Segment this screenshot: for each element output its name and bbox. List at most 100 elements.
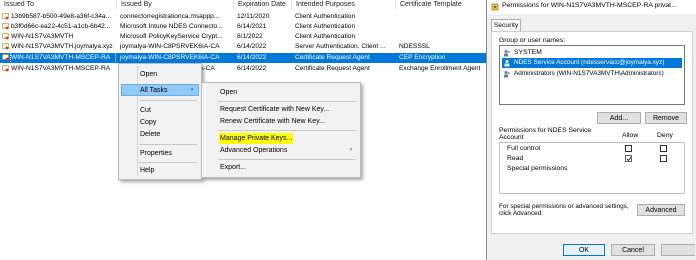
user-name: SYSTEM: [514, 49, 542, 56]
allow-column-header: Allow: [622, 132, 639, 139]
ok-button[interactable]: OK: [563, 244, 605, 256]
checkmark-icon: [626, 157, 632, 162]
shield-key-icon: [491, 3, 499, 11]
table-row[interactable]: b3f0d66c-ea22-4c51-a1cb-6b42... Microsof…: [0, 22, 486, 32]
menu-item-help[interactable]: Help: [140, 165, 154, 176]
menu-separator: [218, 130, 356, 131]
full-control-allow-checkbox[interactable]: [625, 145, 632, 152]
permission-name: Full control: [507, 145, 541, 152]
context-menu: Open All Tasks › Cut Copy Delete Propert…: [118, 63, 202, 180]
column-header-template[interactable]: Certificate Template: [396, 0, 486, 10]
column-header-issued-by[interactable]: Issued By: [117, 0, 234, 10]
advanced-hint: For special permissions or advanced sett…: [499, 203, 629, 210]
submenu-item-request-new-key[interactable]: Request Certificate with New Key...: [220, 104, 329, 115]
list-item[interactable]: Administrators (WIN-N1S7VA3MVTH\Administ…: [503, 70, 683, 79]
cell-purposes: Certificate Request Agent: [295, 54, 370, 61]
cell-issued-by: Microsoft PolicyKeyService Crypt...: [120, 33, 223, 40]
menu-item-all-tasks[interactable]: All Tasks: [140, 85, 168, 96]
permissions-label-line2: Account: [499, 134, 524, 141]
menu-item-properties[interactable]: Properties: [140, 148, 172, 159]
dialog-title: Permissions for WIN-N1S7VA3MVTH-MSCEP-RA…: [502, 2, 677, 9]
menu-item-copy[interactable]: Copy: [140, 117, 156, 128]
cell-expiration: 8/1/2022: [237, 33, 263, 40]
dialog-titlebar[interactable]: Permissions for WIN-N1S7VA3MVTH-MSCEP-RA…: [487, 0, 696, 14]
user-name: NDES Service Account (ndesservacc@joymal…: [514, 59, 665, 66]
list-item[interactable]: SYSTEM: [503, 49, 673, 58]
cell-expiration: 6/14/2022: [237, 65, 267, 72]
cell-issued-to: WIN-N1S7VA3MVTH.joymalya.xyz: [11, 43, 113, 50]
cell-template: [399, 12, 485, 22]
submenu-arrow-icon: ›: [191, 87, 193, 93]
column-header-expiration[interactable]: Expiration Date: [234, 0, 292, 10]
cell-template: Exchange Enrollment Agent: [399, 65, 481, 72]
submenu-item-advanced-operations[interactable]: Advanced Operations: [220, 145, 287, 156]
tab-security-label: Security: [493, 22, 519, 29]
cell-template: CEP Encryption: [399, 54, 446, 61]
submenu-item-manage-private-keys[interactable]: Manage Private Keys...: [219, 133, 294, 144]
cell-purposes: Server Authentication, Client ...: [295, 43, 386, 50]
read-deny-checkbox[interactable]: [660, 155, 667, 162]
submenu-item-export[interactable]: Export...: [220, 162, 246, 173]
cell-expiration: 6/14/2021: [237, 23, 267, 30]
certificate-icon: [2, 65, 9, 72]
group-label: Group or user names:: [499, 37, 566, 44]
permission-name: Read: [507, 155, 524, 162]
menu-item-cut[interactable]: Cut: [140, 105, 151, 116]
user-group-icon: [504, 50, 510, 57]
cell-template: [399, 32, 485, 42]
cell-issued-to: WIN-N1S7VA3MVTH: [11, 33, 74, 40]
cell-issued-by: connectorregistrationca.msappp...: [120, 13, 220, 20]
table-row[interactable]: WIN-N1S7VA3MVTH Microsoft PolicyKeyServi…: [0, 32, 486, 42]
menu-separator: [139, 100, 197, 101]
add-button[interactable]: Add...: [597, 112, 641, 124]
apply-button[interactable]: [661, 244, 695, 256]
all-tasks-submenu: Open Request Certificate with New Key...…: [201, 82, 361, 178]
user-icon: [504, 59, 510, 67]
list-item-selected[interactable]: NDES Service Account (ndesservacc@joymal…: [502, 58, 682, 68]
cell-expiration: 6/14/2022: [237, 54, 267, 61]
cell-issued-by: A-CA: [199, 65, 215, 72]
certificate-icon: [2, 23, 9, 30]
cell-issued-to: WIN-N1S7VA3MVTH-MSCEP-RA: [11, 65, 111, 72]
submenu-arrow-icon: ›: [350, 147, 352, 153]
menu-item-delete[interactable]: Delete: [140, 129, 160, 140]
table-row[interactable]: WIN-N1S7VA3MVTH.joymalya.xyz joymalya-WI…: [0, 42, 486, 52]
advanced-button[interactable]: Advanced: [637, 204, 685, 216]
remove-button[interactable]: Remove: [645, 112, 687, 124]
cell-issued-by: joymalya-WIN-C8PSRVEK6IA-CA: [120, 43, 220, 50]
menu-separator: [218, 101, 356, 102]
cell-purposes: Certificate Request Agent: [295, 65, 370, 72]
menu-item-open[interactable]: Open: [140, 69, 157, 80]
cell-template: [399, 22, 485, 32]
advanced-hint-line2: click Advanced.: [499, 210, 544, 217]
table-row-selected[interactable]: WIN-N1S7VA3MVTH-MSCEP-RA joymalya-WIN-C8…: [0, 52, 486, 64]
certificate-icon: [2, 13, 9, 20]
certificate-icon: [2, 33, 9, 40]
full-control-deny-checkbox[interactable]: [660, 145, 667, 152]
user-group-icon: [504, 71, 510, 78]
tab-security[interactable]: Security: [491, 19, 521, 31]
menu-separator: [218, 159, 356, 160]
cancel-button[interactable]: Cancel: [611, 244, 655, 256]
column-header-purposes[interactable]: Intended Purposes: [292, 0, 396, 10]
cell-template: NDESSSL: [399, 43, 430, 50]
submenu-item-renew-new-key[interactable]: Renew Certificate with New Key...: [220, 116, 325, 127]
deny-column-header: Deny: [657, 132, 673, 139]
cell-expiration: 6/14/2022: [237, 43, 267, 50]
cell-issued-by: Microsoft Intune NDES Connecto...: [120, 23, 223, 30]
cell-expiration: 12/11/2020: [237, 13, 270, 20]
permissions-label: Permissions for NDES Service: [499, 127, 592, 134]
menu-gutter: [137, 66, 138, 176]
users-list[interactable]: SYSTEM NDES Service Account (ndesservacc…: [499, 45, 685, 105]
submenu-item-open[interactable]: Open: [220, 87, 237, 98]
read-allow-checkbox[interactable]: [625, 155, 632, 162]
cell-issued-to: 13b9b587-b500-49e8-a36f-c34a...: [11, 13, 112, 20]
column-header-issued-to[interactable]: Issued To: [0, 0, 117, 10]
table-row[interactable]: WIN-N1S7VA3MVTH-MSCEP-RA A-CA 6/14/2022 …: [0, 64, 486, 74]
permissions-dialog: Permissions for WIN-N1S7VA3MVTH-MSCEP-RA…: [486, 0, 696, 260]
cell-purposes: Client Authentication: [295, 23, 356, 30]
cell-issued-to: b3f0d66c-ea22-4c51-a1cb-6b42...: [11, 23, 111, 30]
table-row[interactable]: 13b9b587-b500-49e8-a36f-c34a... connecto…: [0, 12, 486, 22]
certificate-icon: [2, 54, 9, 61]
certificate-icon: [2, 43, 9, 50]
